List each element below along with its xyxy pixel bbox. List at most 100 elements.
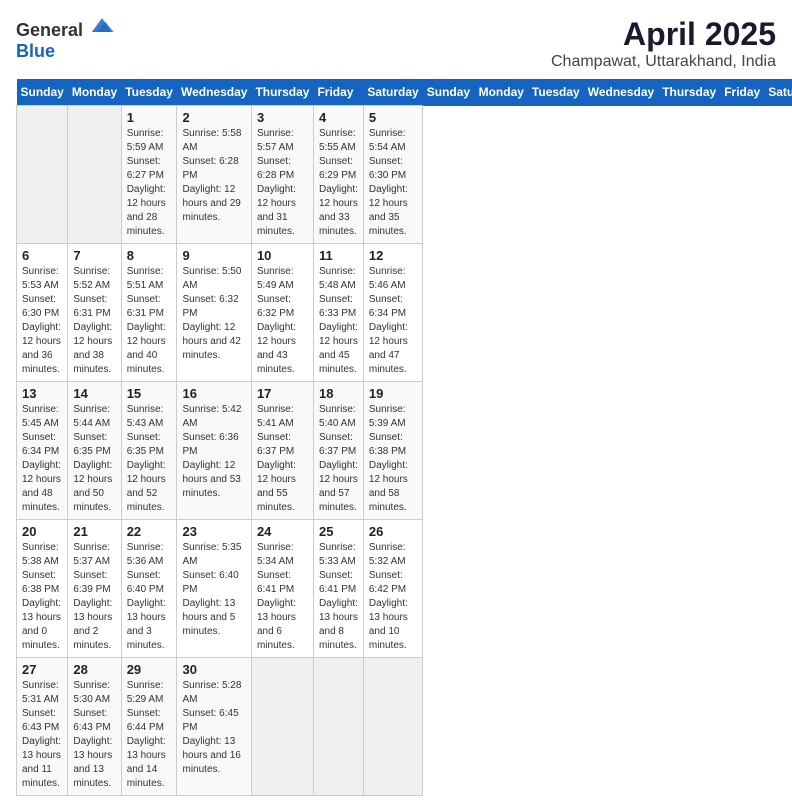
cell-info: Sunrise: 5:45 AMSunset: 6:34 PMDaylight:…	[22, 403, 62, 515]
cell-date: 4	[319, 110, 358, 125]
cell-date: 28	[73, 662, 115, 677]
calendar-cell: 16 Sunrise: 5:42 AMSunset: 6:36 PMDayligh…	[177, 382, 251, 520]
calendar-cell: 24Sunrise: 5:34 AMSunset: 6:41 PMDayligh…	[251, 520, 313, 658]
cell-info: Sunrise: 5:46 AMSunset: 6:34 PMDaylight:…	[369, 265, 417, 377]
calendar-cell	[313, 658, 363, 796]
header-day-thursday: Thursday	[251, 79, 313, 106]
cell-info: Sunrise: 5:35 AMSunset: 6:40 PMDaylight:…	[182, 541, 245, 639]
cell-info: Sunrise: 5:54 AMSunset: 6:30 PMDaylight:…	[369, 127, 417, 239]
calendar-cell: 19 Sunrise: 5:39 AMSunset: 6:38 PMDayligh…	[363, 382, 422, 520]
calendar-cell: 7 Sunrise: 5:52 AMSunset: 6:31 PMDaylight…	[68, 244, 121, 382]
calendar-week-row: 27Sunrise: 5:31 AMSunset: 6:43 PMDayligh…	[17, 658, 792, 796]
cell-info: Sunrise: 5:39 AMSunset: 6:38 PMDaylight:…	[369, 403, 417, 515]
cell-date: 22	[127, 524, 172, 539]
calendar-cell: 27Sunrise: 5:31 AMSunset: 6:43 PMDayligh…	[17, 658, 68, 796]
cell-info: Sunrise: 5:55 AMSunset: 6:29 PMDaylight:…	[319, 127, 358, 239]
cell-info: Sunrise: 5:36 AMSunset: 6:40 PMDaylight:…	[127, 541, 172, 653]
cell-info: Sunrise: 5:40 AMSunset: 6:37 PMDaylight:…	[319, 403, 358, 515]
cell-date: 3	[257, 110, 308, 125]
header-wednesday: Wednesday	[584, 79, 658, 106]
calendar-cell: 1 Sunrise: 5:59 AMSunset: 6:27 PMDaylight…	[121, 106, 177, 244]
header-friday: Friday	[720, 79, 764, 106]
calendar-cell: 18 Sunrise: 5:40 AMSunset: 6:37 PMDayligh…	[313, 382, 363, 520]
cell-info: Sunrise: 5:43 AMSunset: 6:35 PMDaylight:…	[127, 403, 172, 515]
cell-info: Sunrise: 5:29 AMSunset: 6:44 PMDaylight:…	[127, 679, 172, 791]
calendar-table: SundayMondayTuesdayWednesdayThursdayFrid…	[16, 79, 792, 796]
calendar-cell: 28 Sunrise: 5:30 AMSunset: 6:43 PMDayligh…	[68, 658, 121, 796]
cell-date: 10	[257, 248, 308, 263]
cell-info: Sunrise: 5:41 AMSunset: 6:37 PMDaylight:…	[257, 403, 308, 515]
header-day-wednesday: Wednesday	[177, 79, 251, 106]
cell-date: 7	[73, 248, 115, 263]
cell-date: 8	[127, 248, 172, 263]
calendar-cell: 29 Sunrise: 5:29 AMSunset: 6:44 PMDayligh…	[121, 658, 177, 796]
cell-info: Sunrise: 5:48 AMSunset: 6:33 PMDaylight:…	[319, 265, 358, 377]
cell-date: 30	[182, 662, 245, 677]
cell-date: 26	[369, 524, 417, 539]
calendar-cell: 2Sunrise: 5:58 AMSunset: 6:28 PMDaylight…	[177, 106, 251, 244]
title-area: April 2025 Champawat, Uttarakhand, India	[551, 16, 776, 71]
calendar-cell: 15 Sunrise: 5:43 AMSunset: 6:35 PMDayligh…	[121, 382, 177, 520]
cell-info: Sunrise: 5:44 AMSunset: 6:35 PMDaylight:…	[73, 403, 115, 515]
cell-date: 11	[319, 248, 358, 263]
cell-date: 29	[127, 662, 172, 677]
cell-date: 16	[182, 386, 245, 401]
cell-date: 5	[369, 110, 417, 125]
calendar-week-row: 20 Sunrise: 5:38 AMSunset: 6:38 PMDayligh…	[17, 520, 792, 658]
cell-info: Sunrise: 5:42 AMSunset: 6:36 PMDaylight:…	[182, 403, 245, 501]
header-day-saturday: Saturday	[363, 79, 422, 106]
logo: General Blue	[16, 16, 114, 62]
calendar-cell: 12 Sunrise: 5:46 AMSunset: 6:34 PMDayligh…	[363, 244, 422, 382]
cell-info: Sunrise: 5:33 AMSunset: 6:41 PMDaylight:…	[319, 541, 358, 653]
cell-date: 13	[22, 386, 62, 401]
header-thursday: Thursday	[658, 79, 720, 106]
cell-info: Sunrise: 5:38 AMSunset: 6:38 PMDaylight:…	[22, 541, 62, 653]
cell-date: 18	[319, 386, 358, 401]
cell-info: Sunrise: 5:59 AMSunset: 6:27 PMDaylight:…	[127, 127, 172, 239]
cell-date: 15	[127, 386, 172, 401]
calendar-cell: 30Sunrise: 5:28 AMSunset: 6:45 PMDayligh…	[177, 658, 251, 796]
calendar-cell: 9Sunrise: 5:50 AMSunset: 6:32 PMDaylight…	[177, 244, 251, 382]
calendar-week-row: 13 Sunrise: 5:45 AMSunset: 6:34 PMDayligh…	[17, 382, 792, 520]
header-tuesday: Tuesday	[528, 79, 584, 106]
cell-date: 12	[369, 248, 417, 263]
cell-info: Sunrise: 5:32 AMSunset: 6:42 PMDaylight:…	[369, 541, 417, 653]
cell-date: 14	[73, 386, 115, 401]
cell-date: 9	[182, 248, 245, 263]
header-day-sunday: Sunday	[17, 79, 68, 106]
calendar-cell	[251, 658, 313, 796]
cell-date: 27	[22, 662, 62, 677]
cell-date: 23	[182, 524, 245, 539]
calendar-cell: 11 Sunrise: 5:48 AMSunset: 6:33 PMDayligh…	[313, 244, 363, 382]
cell-info: Sunrise: 5:52 AMSunset: 6:31 PMDaylight:…	[73, 265, 115, 377]
page-subtitle: Champawat, Uttarakhand, India	[551, 53, 776, 71]
calendar-header-row: SundayMondayTuesdayWednesdayThursdayFrid…	[17, 79, 792, 106]
calendar-cell: 22 Sunrise: 5:36 AMSunset: 6:40 PMDayligh…	[121, 520, 177, 658]
calendar-cell: 14 Sunrise: 5:44 AMSunset: 6:35 PMDayligh…	[68, 382, 121, 520]
cell-date: 6	[22, 248, 62, 263]
header: General Blue April 2025 Champawat, Uttar…	[16, 16, 776, 71]
cell-date: 1	[127, 110, 172, 125]
calendar-cell: 4 Sunrise: 5:55 AMSunset: 6:29 PMDaylight…	[313, 106, 363, 244]
header-day-tuesday: Tuesday	[121, 79, 177, 106]
cell-date: 20	[22, 524, 62, 539]
calendar-cell: 26 Sunrise: 5:32 AMSunset: 6:42 PMDayligh…	[363, 520, 422, 658]
calendar-cell: 25Sunrise: 5:33 AMSunset: 6:41 PMDayligh…	[313, 520, 363, 658]
calendar-week-row: 1 Sunrise: 5:59 AMSunset: 6:27 PMDaylight…	[17, 106, 792, 244]
calendar-cell: 10Sunrise: 5:49 AMSunset: 6:32 PMDayligh…	[251, 244, 313, 382]
cell-date: 2	[182, 110, 245, 125]
header-day-friday: Friday	[313, 79, 363, 106]
cell-date: 21	[73, 524, 115, 539]
calendar-cell: 23 Sunrise: 5:35 AMSunset: 6:40 PMDayligh…	[177, 520, 251, 658]
calendar-cell: 17 Sunrise: 5:41 AMSunset: 6:37 PMDayligh…	[251, 382, 313, 520]
calendar-cell: 5 Sunrise: 5:54 AMSunset: 6:30 PMDaylight…	[363, 106, 422, 244]
cell-info: Sunrise: 5:34 AMSunset: 6:41 PMDaylight:…	[257, 541, 308, 653]
logo-blue: Blue	[16, 41, 55, 61]
cell-info: Sunrise: 5:30 AMSunset: 6:43 PMDaylight:…	[73, 679, 115, 791]
cell-date: 17	[257, 386, 308, 401]
cell-info: Sunrise: 5:51 AMSunset: 6:31 PMDaylight:…	[127, 265, 172, 377]
header-monday: Monday	[475, 79, 528, 106]
cell-date: 19	[369, 386, 417, 401]
page-title: April 2025	[551, 16, 776, 53]
calendar-cell: 8 Sunrise: 5:51 AMSunset: 6:31 PMDaylight…	[121, 244, 177, 382]
